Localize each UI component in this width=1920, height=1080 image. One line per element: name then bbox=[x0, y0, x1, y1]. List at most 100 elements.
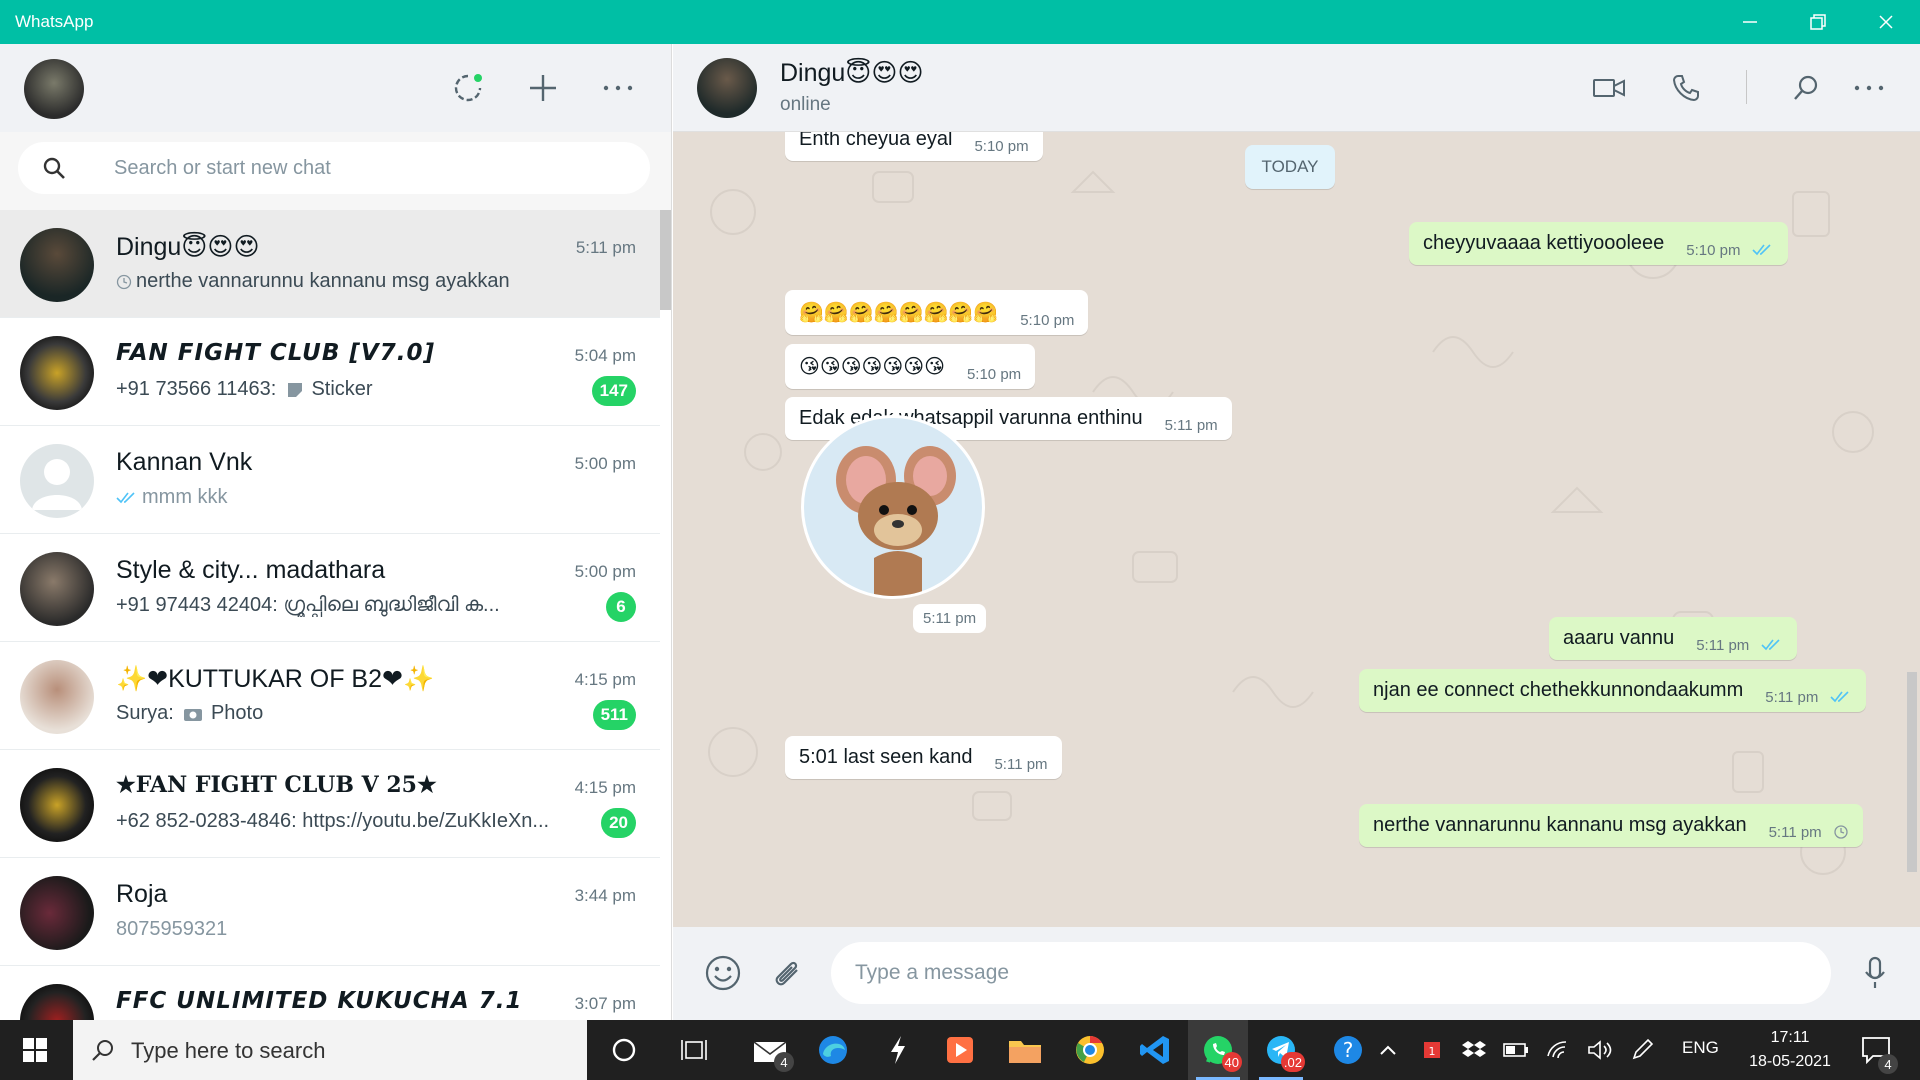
tray-wifi[interactable] bbox=[1536, 1020, 1580, 1080]
battery-icon bbox=[1503, 1043, 1528, 1057]
status-icon bbox=[454, 74, 482, 102]
chat-item-fan-fight-club-v25[interactable]: ★FAN FIGHT CLUB V 25★ 4:15 pm +62 852-02… bbox=[0, 750, 660, 858]
vscode-icon bbox=[1140, 1036, 1169, 1064]
tray-overflow-button[interactable] bbox=[1366, 1020, 1410, 1080]
windows-logo-icon bbox=[23, 1038, 47, 1062]
chat-item-kuttukar[interactable]: ✨❤KUTTUKAR OF B2❤✨ 4:15 pm Surya: Photo … bbox=[0, 642, 660, 750]
tray-volume[interactable] bbox=[1578, 1020, 1622, 1080]
chat-item-kannan-vnk[interactable]: Kannan Vnk 5:00 pm mmm kkk bbox=[0, 426, 660, 534]
tray-battery[interactable] bbox=[1494, 1020, 1538, 1080]
task-view-button[interactable] bbox=[664, 1020, 724, 1080]
close-button[interactable] bbox=[1852, 0, 1920, 44]
input-language[interactable]: ENG bbox=[1682, 1038, 1719, 1058]
message-incoming[interactable]: Enth cheyua eyal 5:10 pm bbox=[785, 132, 1043, 161]
taskbar-mail[interactable]: 4 bbox=[740, 1020, 800, 1080]
chat-time: 5:00 pm bbox=[574, 562, 636, 581]
search-input[interactable] bbox=[114, 154, 614, 182]
chat-preview: mmm kkk bbox=[116, 486, 586, 509]
chat-name: FFC UNLIMITED KUKUCHA 7.1 bbox=[116, 988, 523, 1014]
date-divider: TODAY bbox=[1245, 145, 1335, 189]
message-input[interactable] bbox=[831, 942, 1831, 1004]
message-scrollbar[interactable] bbox=[1907, 672, 1917, 872]
menu-button[interactable] bbox=[596, 66, 640, 110]
conversation-menu-button[interactable] bbox=[1847, 66, 1891, 110]
contact-name: Dingu😇😍😍 bbox=[780, 59, 924, 87]
taskbar-vscode[interactable] bbox=[1125, 1020, 1185, 1080]
double-check-icon bbox=[116, 492, 135, 503]
tray-pen[interactable] bbox=[1620, 1020, 1664, 1080]
message-outgoing[interactable]: njan ee connect chethekkunnondaakumm 5:11… bbox=[1359, 669, 1866, 712]
search-icon bbox=[92, 1040, 113, 1061]
window-titlebar: WhatsApp bbox=[0, 0, 1920, 44]
voice-call-button[interactable] bbox=[1664, 66, 1708, 110]
message-incoming[interactable]: 5:01 last seen kand 5:11 pm bbox=[785, 736, 1062, 779]
header-divider bbox=[1746, 70, 1747, 104]
taskbar-app[interactable] bbox=[868, 1020, 928, 1080]
emoji-button[interactable] bbox=[701, 951, 745, 995]
avatar bbox=[20, 552, 94, 626]
tray-dropbox[interactable] bbox=[1452, 1020, 1496, 1080]
message-incoming[interactable]: 🤗🤗🤗🤗🤗🤗🤗🤗 5:10 pm bbox=[785, 290, 1089, 335]
status-button[interactable] bbox=[446, 66, 490, 110]
clock-time: 17:11 bbox=[1770, 1029, 1810, 1046]
chat-name: Kannan Vnk bbox=[116, 448, 253, 476]
chat-item-style-city[interactable]: Style & city... madathara 5:00 pm +91 97… bbox=[0, 534, 660, 642]
paperclip-icon bbox=[775, 961, 798, 986]
cortana-button[interactable] bbox=[594, 1020, 654, 1080]
minimize-button[interactable] bbox=[1716, 0, 1784, 44]
taskbar-edge[interactable] bbox=[803, 1020, 863, 1080]
chat-item-ffc-unlimited[interactable]: FFC UNLIMITED KUKUCHA 7.1 3:07 pm bbox=[0, 966, 660, 1020]
cortana-icon bbox=[612, 1038, 636, 1062]
video-call-button[interactable] bbox=[1587, 66, 1631, 110]
pen-icon bbox=[1632, 1038, 1654, 1060]
dropbox-icon bbox=[1462, 1041, 1486, 1057]
message-area[interactable]: Enth cheyua eyal 5:10 pm TODAY cheyyuvaaa… bbox=[673, 132, 1920, 927]
chat-name: ★FAN FIGHT CLUB V 25★ bbox=[116, 772, 437, 798]
action-center-button[interactable]: 4 bbox=[1846, 1020, 1906, 1080]
message-outgoing[interactable]: aaaru vannu 5:11 pm bbox=[1549, 617, 1797, 660]
taskbar-chrome[interactable] bbox=[1060, 1020, 1120, 1080]
minimize-icon bbox=[1743, 21, 1757, 23]
chat-item-dingu[interactable]: Dingu😇😍😍 5:11 pm nerthe vannarunnu kanna… bbox=[0, 210, 660, 318]
chat-item-fan-fight-club[interactable]: FAN FIGHT CLUB [V7.0] 5:04 pm +91 73566 … bbox=[0, 318, 660, 426]
system-clock[interactable]: 17:11 18-05-2021 bbox=[1740, 1026, 1840, 1074]
tray-app-red[interactable]: 1 bbox=[1410, 1020, 1454, 1080]
restore-button[interactable] bbox=[1784, 0, 1852, 44]
chat-time: 3:44 pm bbox=[574, 886, 636, 905]
message-outgoing[interactable]: cheyyuvaaaa kettiyoooleee 5:10 pm bbox=[1409, 222, 1789, 265]
search-icon bbox=[1794, 75, 1818, 100]
sticker-time: 5:11 pm bbox=[913, 604, 987, 633]
taskbar-telegram[interactable]: .02 bbox=[1251, 1020, 1311, 1080]
search-icon[interactable] bbox=[42, 156, 66, 180]
chat-name: Roja bbox=[116, 880, 168, 908]
taskbar-whatsapp[interactable]: 40 bbox=[1188, 1020, 1248, 1080]
profile-avatar[interactable] bbox=[24, 59, 84, 119]
folder-icon bbox=[1009, 1041, 1041, 1063]
taskbar-media-player[interactable] bbox=[930, 1020, 990, 1080]
message-outgoing[interactable]: nerthe vannarunnu kannanu msg ayakkan 5:1… bbox=[1359, 804, 1864, 847]
taskbar-search-placeholder: Type here to search bbox=[131, 1038, 326, 1063]
conversation-header[interactable]: Dingu😇😍😍 online bbox=[673, 44, 1920, 132]
sticker-message[interactable] bbox=[801, 415, 985, 599]
attach-button[interactable] bbox=[764, 951, 808, 995]
chat-item-roja[interactable]: Roja 3:44 pm 8075959321 bbox=[0, 858, 660, 966]
chat-time: 5:00 pm bbox=[574, 454, 636, 473]
video-camera-icon bbox=[1593, 79, 1625, 97]
chat-time: 3:07 pm bbox=[574, 994, 636, 1013]
chat-list: Dingu😇😍😍 5:11 pm nerthe vannarunnu kanna… bbox=[0, 210, 660, 1020]
chat-time: 5:11 pm bbox=[575, 238, 636, 257]
taskbar-search[interactable]: Type here to search bbox=[73, 1020, 587, 1080]
read-receipt-icon bbox=[1830, 691, 1849, 702]
voice-message-button[interactable] bbox=[1853, 951, 1897, 995]
message-incoming[interactable]: 😘😘😘😘😘😘😘 5:10 pm bbox=[785, 344, 1036, 389]
taskbar-file-explorer[interactable] bbox=[995, 1020, 1055, 1080]
contact-avatar[interactable] bbox=[697, 58, 757, 118]
chat-time: 4:15 pm bbox=[574, 670, 636, 689]
start-button[interactable] bbox=[0, 1020, 70, 1080]
chat-preview: 8075959321 bbox=[116, 918, 228, 940]
new-chat-button[interactable] bbox=[521, 66, 565, 110]
search-messages-button[interactable] bbox=[1784, 66, 1828, 110]
chat-list-scrollbar[interactable] bbox=[660, 210, 671, 310]
avatar bbox=[20, 768, 94, 842]
chat-preview: +91 73566 11463: Sticker bbox=[116, 378, 373, 400]
